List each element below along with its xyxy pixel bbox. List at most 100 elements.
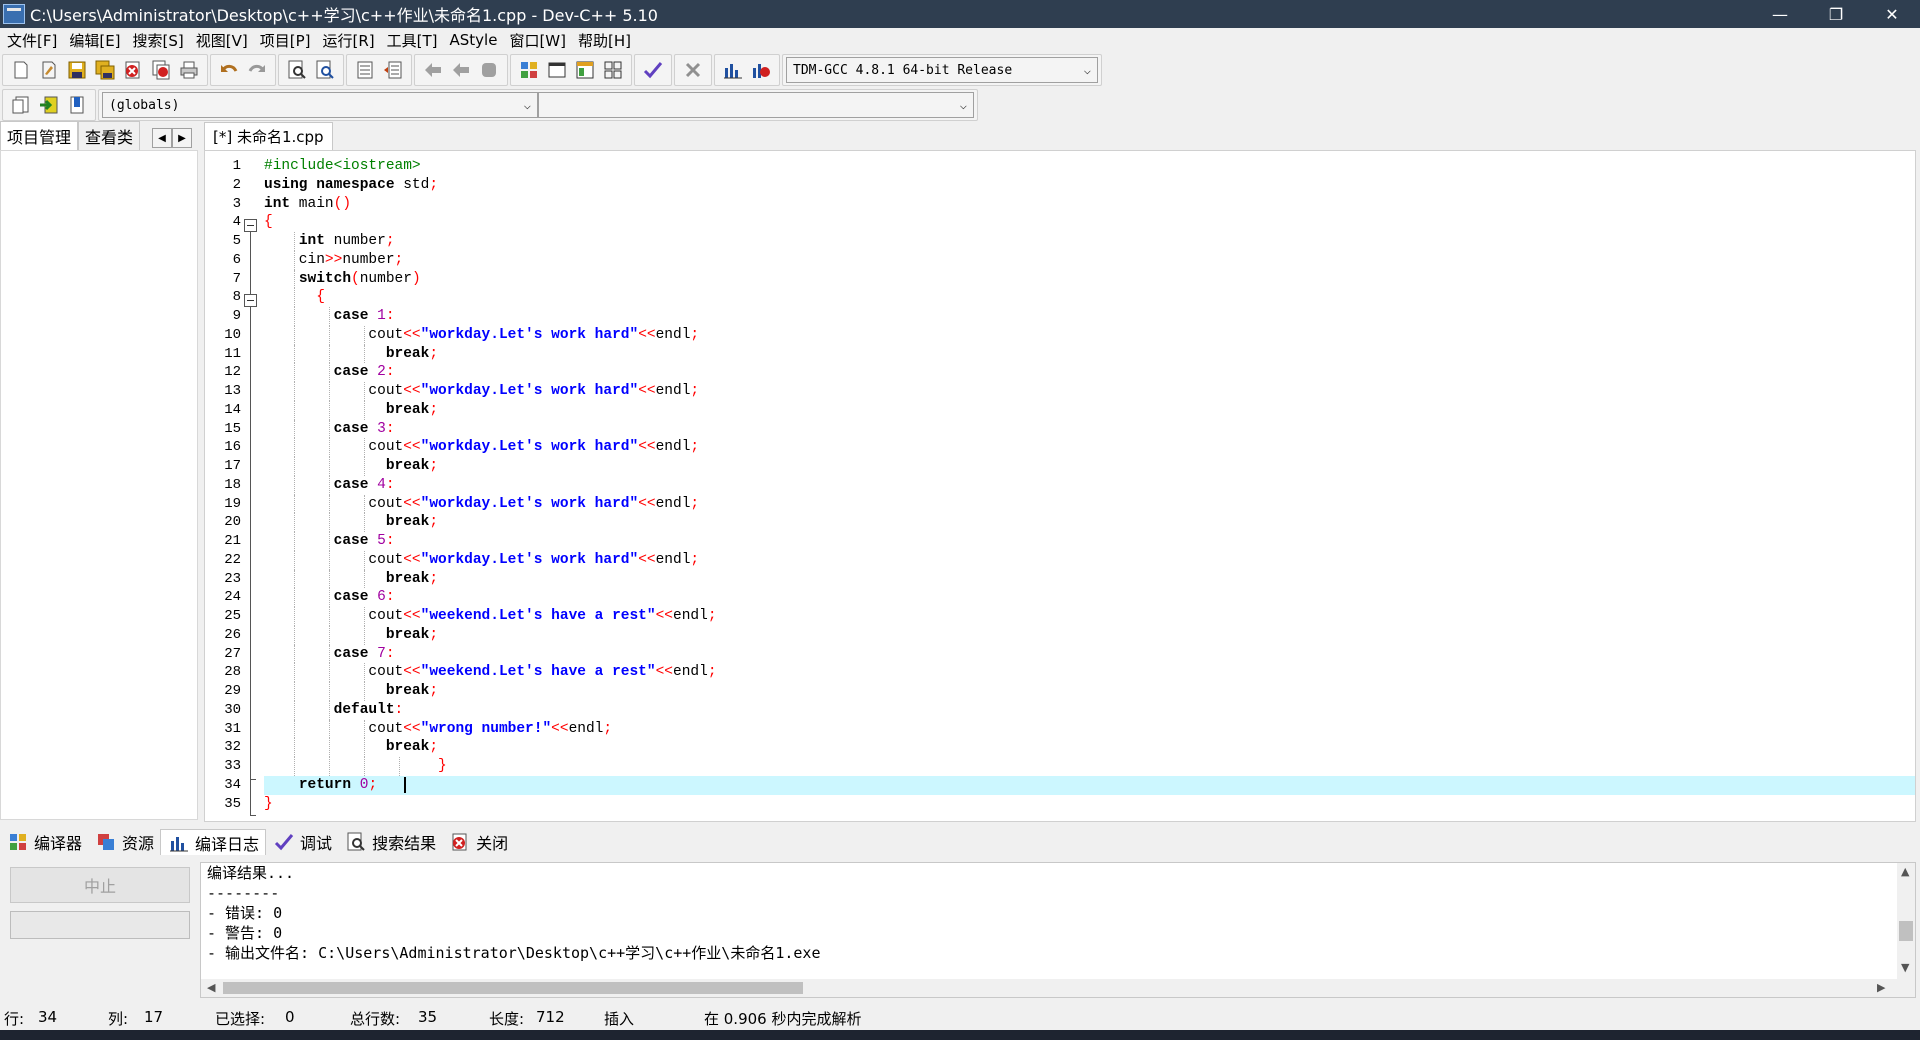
- find-icon[interactable]: [286, 59, 308, 81]
- tab-project-manager[interactable]: 项目管理: [0, 121, 79, 150]
- menu-help[interactable]: 帮助[H]: [575, 30, 640, 51]
- line-number: 35: [224, 795, 241, 812]
- code-area[interactable]: #include<iostream> using namespace std; …: [264, 157, 1915, 813]
- menu-window[interactable]: 窗口[W]: [506, 30, 575, 51]
- window-icon[interactable]: [546, 59, 568, 81]
- bookmark-icon[interactable]: [66, 94, 88, 116]
- menu-run[interactable]: 运行[R]: [319, 30, 383, 51]
- line-number: 31: [224, 720, 241, 737]
- undo-icon[interactable]: [218, 59, 240, 81]
- member-select[interactable]: ⌵: [538, 92, 974, 118]
- code-line: default:: [264, 700, 1915, 720]
- scroll-up-icon[interactable]: ▲: [1901, 865, 1909, 878]
- code-line: case 6:: [264, 588, 1915, 607]
- menu-file[interactable]: 文件[F]: [4, 30, 66, 51]
- compiler-toolbar-group: TDM-GCC 4.8.1 64-bit Release ⌵: [782, 54, 1102, 86]
- menu-tools[interactable]: 工具[T]: [384, 30, 447, 51]
- tab-debug[interactable]: 调试: [266, 829, 338, 855]
- minimize-button[interactable]: —: [1752, 0, 1808, 28]
- save-icon[interactable]: [66, 59, 88, 81]
- menu-edit[interactable]: 编辑[E]: [66, 30, 129, 51]
- grid-view-icon[interactable]: [602, 59, 624, 81]
- scope-select[interactable]: (globals) ⌵: [102, 92, 538, 118]
- editor-tab-file[interactable]: [*] 未命名1.cpp: [204, 122, 333, 150]
- scope-toolbar-group: (globals) ⌵ ⌵: [98, 89, 978, 121]
- scrollbar-thumb[interactable]: [223, 982, 803, 994]
- unindent-icon[interactable]: [382, 59, 404, 81]
- new-project-icon[interactable]: [518, 59, 540, 81]
- status-col-value: 17: [144, 1008, 164, 1026]
- tab-scroll-left-icon[interactable]: ◀: [152, 128, 173, 148]
- chevron-down-icon: ⌵: [1083, 63, 1091, 77]
- code-line: {: [264, 214, 273, 231]
- tab-compiler[interactable]: 编译器: [0, 829, 88, 855]
- bookmark-toggle-icon[interactable]: [478, 59, 500, 81]
- delete-profile-icon[interactable]: [750, 59, 772, 81]
- tab-scroll-right-icon[interactable]: ▶: [172, 128, 193, 148]
- compiler-select[interactable]: TDM-GCC 4.8.1 64-bit Release ⌵: [786, 57, 1098, 83]
- chart-icon[interactable]: [722, 59, 744, 81]
- chevron-down-icon: ⌵: [959, 98, 967, 112]
- log-vertical-scrollbar[interactable]: ▲ ▼: [1897, 863, 1915, 979]
- bookmark-prev-icon[interactable]: [422, 59, 444, 81]
- code-line: cout<<"workday.Let's work hard"<<endl;: [264, 550, 700, 570]
- line-number: 6: [232, 251, 241, 268]
- print-icon[interactable]: [178, 59, 200, 81]
- close-window-button[interactable]: ✕: [1864, 0, 1920, 28]
- indent-icon[interactable]: [354, 59, 376, 81]
- check-syntax-icon[interactable]: [642, 59, 664, 81]
- profile-toolbar-group: [714, 54, 780, 86]
- code-line: cout<<"wrong number!"<<endl;: [264, 719, 613, 739]
- status-row-value: 34: [38, 1008, 58, 1026]
- menu-project[interactable]: 项目[P]: [257, 30, 320, 51]
- code-line: break;: [264, 682, 1915, 701]
- log-horizontal-scrollbar[interactable]: ◀ ▶: [201, 979, 1915, 997]
- open-file-icon[interactable]: [38, 59, 60, 81]
- taskbar: [0, 1030, 1920, 1040]
- fold-toggle-icon[interactable]: [244, 294, 257, 307]
- tab-search-results[interactable]: 搜索结果: [338, 829, 442, 855]
- fold-toggle-icon[interactable]: [244, 219, 257, 232]
- log-line: - 输出文件名: C:\Users\Administrator\Desktop\…: [207, 944, 821, 962]
- status-col-label: 列:: [108, 1010, 129, 1028]
- menu-astyle[interactable]: AStyle: [447, 31, 507, 49]
- file-toolbar-group: [2, 54, 208, 86]
- close-file-icon[interactable]: [122, 59, 144, 81]
- replace-icon[interactable]: [314, 59, 336, 81]
- bookmark-next-icon[interactable]: [450, 59, 472, 81]
- code-line: case 2:: [264, 363, 1915, 382]
- code-editor[interactable]: 1 2 3 4 5 6 7 8 9 10 11 12 13 14 15 16 17 18 19 20 21 22 23 24 2…: [204, 150, 1916, 822]
- restore-button[interactable]: ❐: [1808, 0, 1864, 28]
- log-line: 编译结果...: [207, 864, 295, 882]
- line-number: 15: [224, 420, 241, 437]
- code-line: using namespace std;: [264, 176, 439, 193]
- tab-resources[interactable]: 资源: [88, 829, 160, 855]
- scroll-down-icon[interactable]: ▼: [1901, 961, 1909, 974]
- compile-log[interactable]: 编译结果... -------- - 错误: 0 - 警告: 0 - 输出文件名…: [200, 862, 1916, 998]
- menu-view[interactable]: 视图[V]: [193, 30, 257, 51]
- tab-class-view[interactable]: 查看类: [78, 121, 141, 150]
- new-file-icon[interactable]: [10, 59, 32, 81]
- save-all-icon[interactable]: [94, 59, 116, 81]
- redo-icon[interactable]: [246, 59, 268, 81]
- scrollbar-thumb[interactable]: [1899, 921, 1913, 941]
- status-insert-mode: 插入: [604, 1010, 635, 1028]
- code-line: break;: [264, 625, 1915, 645]
- tab-close[interactable]: 关闭: [442, 829, 514, 855]
- scroll-left-icon[interactable]: ◀: [207, 981, 215, 994]
- project-tree[interactable]: [0, 150, 198, 820]
- class-browser-icon[interactable]: [574, 59, 596, 81]
- tab-close-label: 关闭: [476, 834, 509, 853]
- scroll-right-icon[interactable]: ▶: [1877, 981, 1885, 994]
- line-number: 32: [224, 739, 241, 756]
- close-all-icon[interactable]: [150, 59, 172, 81]
- abort-button[interactable]: 中止: [10, 867, 190, 903]
- stop-icon[interactable]: [682, 59, 704, 81]
- menu-search[interactable]: 搜索[S]: [130, 30, 193, 51]
- insert-icon[interactable]: [10, 94, 32, 116]
- code-line: case 4:: [264, 475, 1915, 495]
- tab-compile-log[interactable]: 编译日志: [160, 829, 267, 855]
- goto-icon[interactable]: [38, 94, 60, 116]
- edit-toolbar-group: [210, 54, 276, 86]
- log-line: --------: [207, 884, 280, 902]
